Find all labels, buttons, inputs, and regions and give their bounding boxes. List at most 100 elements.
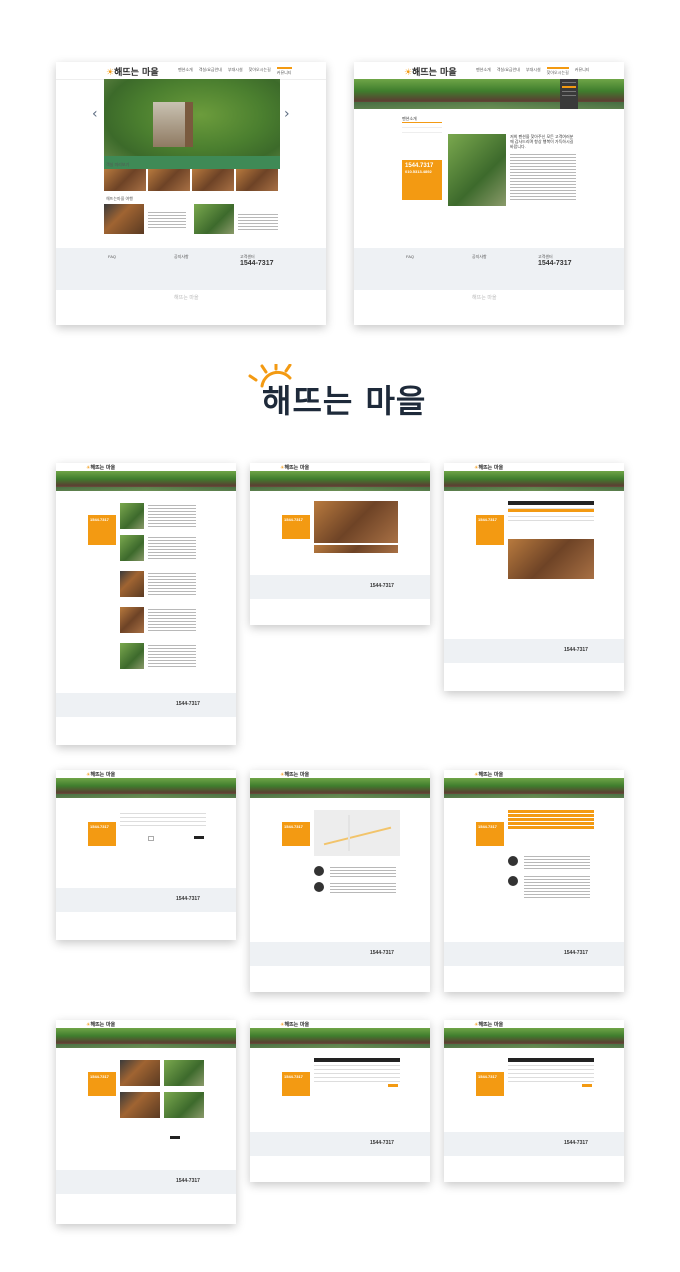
- main-page-mockup: ☀해뜨는 마을 펜션소개 객실/요금안내 부대시설 찾아오시는길 커뮤니티 ‹ …: [56, 62, 326, 325]
- submit-button[interactable]: [388, 1084, 398, 1087]
- subpage-phone-box: 1544.7317: [476, 1072, 504, 1096]
- intro-page-mockup: ☀해뜨는 마을 펜션소개 객실/요금안내 부대시설 찾아오시는길 커뮤니티 펜션…: [354, 62, 624, 325]
- menu-item-1[interactable]: 펜션소개: [178, 67, 193, 76]
- subpage-logo[interactable]: ☀해뜨는 마을: [474, 1021, 503, 1028]
- transport-text-2: [330, 883, 396, 895]
- content-image-4: [120, 607, 144, 633]
- room-thumb-2[interactable]: [148, 169, 190, 191]
- subpage-footer: 1544-7317: [250, 1132, 430, 1156]
- facility-thumb[interactable]: [314, 545, 398, 553]
- intro-sidebar: 펜션소개: [402, 116, 442, 133]
- content-text-5: [148, 645, 196, 669]
- gallery-item-1[interactable]: [120, 1060, 160, 1086]
- intro-phone-box: 1544.7317 010.5313.4892: [402, 160, 442, 200]
- footer-phone: 1544-7317: [538, 260, 572, 267]
- gallery-thumb-2[interactable]: [194, 204, 234, 234]
- qna-table: [508, 1058, 594, 1082]
- write-button[interactable]: [194, 836, 204, 839]
- gallery-item-2[interactable]: [164, 1060, 204, 1086]
- transport-icon-2: [314, 882, 324, 892]
- intro-sidebar-title: 펜션소개: [402, 116, 442, 123]
- intro-logo[interactable]: ☀해뜨는 마을: [404, 65, 457, 78]
- subpage-phone-box: 1544.7317: [88, 1072, 116, 1096]
- subpage-banner: [250, 1028, 430, 1049]
- menu-item-3[interactable]: 부대시설: [228, 67, 243, 76]
- menu-item-5[interactable]: 커뮤니티: [276, 67, 292, 76]
- footer-phone: 1544-7317: [370, 1140, 394, 1146]
- rooms-price-table: [508, 501, 594, 521]
- footer-phone: 1544-7317: [240, 260, 274, 267]
- content-image-1: [120, 503, 144, 529]
- footer-faq[interactable]: FAQ: [406, 254, 414, 259]
- room-photo: [508, 539, 594, 579]
- subpage-logo[interactable]: ☀해뜨는 마을: [280, 464, 309, 471]
- location-map[interactable]: [314, 810, 400, 856]
- transport-text-1: [330, 867, 396, 877]
- subpage-banner: [56, 471, 236, 492]
- write-button[interactable]: [170, 1136, 180, 1139]
- intro-banner: [354, 79, 624, 109]
- content-image-5: [120, 643, 144, 669]
- subpage-logo[interactable]: ☀해뜨는 마을: [474, 771, 503, 778]
- content-text-3: [148, 573, 196, 597]
- subpage-logo[interactable]: ☀해뜨는 마을: [280, 771, 309, 778]
- footer-phone: 1544-7317: [370, 950, 394, 956]
- footer-faq[interactable]: FAQ: [108, 254, 116, 259]
- subpage-location: ☀해뜨는 마을 1544.7317 1544-7317: [250, 770, 430, 992]
- gallery-thumb-1[interactable]: [104, 204, 144, 234]
- subpage-phone-box: 1544.7317: [282, 822, 310, 846]
- gallery-item-3[interactable]: [120, 1092, 160, 1118]
- subpage-reservation: ☀해뜨는 마을 1544.7317 1544-7317: [444, 770, 624, 992]
- subpage-logo[interactable]: ☀해뜨는 마을: [280, 1021, 309, 1028]
- subpage-phone-box: 1544.7317: [282, 515, 310, 539]
- subpage-about-long: ☀해뜨는 마을 1544.7317 1544-7317: [56, 463, 236, 745]
- subpage-banner: [250, 778, 430, 799]
- menu-item-4[interactable]: 찾아오시는길: [249, 67, 271, 76]
- footer-notice[interactable]: 공지사항: [472, 254, 487, 260]
- content-image-2: [120, 535, 144, 561]
- subpage-phone-box: 1544.7317: [88, 515, 116, 545]
- footer-notice[interactable]: 공지사항: [174, 254, 189, 260]
- subpage-logo[interactable]: ☀해뜨는 마을: [86, 1021, 115, 1028]
- menu-item-2[interactable]: 객실/요금안내: [497, 67, 520, 76]
- intro-sidebar-item[interactable]: [402, 128, 442, 133]
- main-menu: 펜션소개 객실/요금안내 부대시설 찾아오시는길 커뮤니티: [178, 67, 292, 76]
- menu-item-2[interactable]: 객실/요금안내: [199, 67, 222, 76]
- subpage-phone-box: 1544.7317: [476, 515, 504, 545]
- main-logo[interactable]: ☀해뜨는 마을: [106, 65, 159, 78]
- subpage-logo[interactable]: ☀해뜨는 마을: [86, 771, 115, 778]
- brand-logo: 해뜨는 마을: [0, 364, 680, 424]
- menu-item-1[interactable]: 펜션소개: [476, 67, 491, 76]
- room-thumb-1[interactable]: [104, 169, 146, 191]
- subpage-banner: [56, 1028, 236, 1049]
- reservation-table: [508, 810, 594, 830]
- notice-text-2: [524, 876, 590, 900]
- subpage-footer: 1544-7317: [444, 639, 624, 663]
- board-table: [120, 810, 206, 826]
- footer-phone: 1544-7317: [370, 583, 394, 589]
- intro-dropdown: [560, 79, 578, 109]
- subpage-footer: 1544-7317: [250, 942, 430, 966]
- gallery-item-4[interactable]: [164, 1092, 204, 1118]
- room-thumb-4[interactable]: [236, 169, 278, 191]
- subpage-facility: ☀해뜨는 마을 1544.7317 1544-7317: [250, 463, 430, 625]
- board-pager[interactable]: [148, 836, 154, 841]
- subpage-footer: 1544-7317: [444, 942, 624, 966]
- submit-button[interactable]: [582, 1084, 592, 1087]
- menu-item-4[interactable]: 찾아오시는길: [546, 67, 569, 76]
- subpage-banner: [444, 471, 624, 492]
- transport-icon-1: [314, 866, 324, 876]
- menu-item-5[interactable]: 커뮤니티: [575, 67, 590, 76]
- notice-table: [314, 1058, 400, 1082]
- subpage-logo[interactable]: ☀해뜨는 마을: [474, 464, 503, 471]
- room-thumb-3[interactable]: [192, 169, 234, 191]
- content-text-1: [148, 505, 196, 529]
- subpage-board-list: ☀해뜨는 마을 1544.7317 1544-7317: [56, 770, 236, 940]
- subpage-logo[interactable]: ☀해뜨는 마을: [86, 464, 115, 471]
- subpage-phone-box: 1544.7317: [282, 1072, 310, 1096]
- hero-next-arrow[interactable]: ›: [284, 106, 290, 122]
- subpage-footer: 1544-7317: [444, 1132, 624, 1156]
- rooms-section-title: 객실 미리보기: [106, 162, 130, 167]
- menu-item-3[interactable]: 부대시설: [526, 67, 541, 76]
- hero-prev-arrow[interactable]: ‹: [92, 106, 98, 122]
